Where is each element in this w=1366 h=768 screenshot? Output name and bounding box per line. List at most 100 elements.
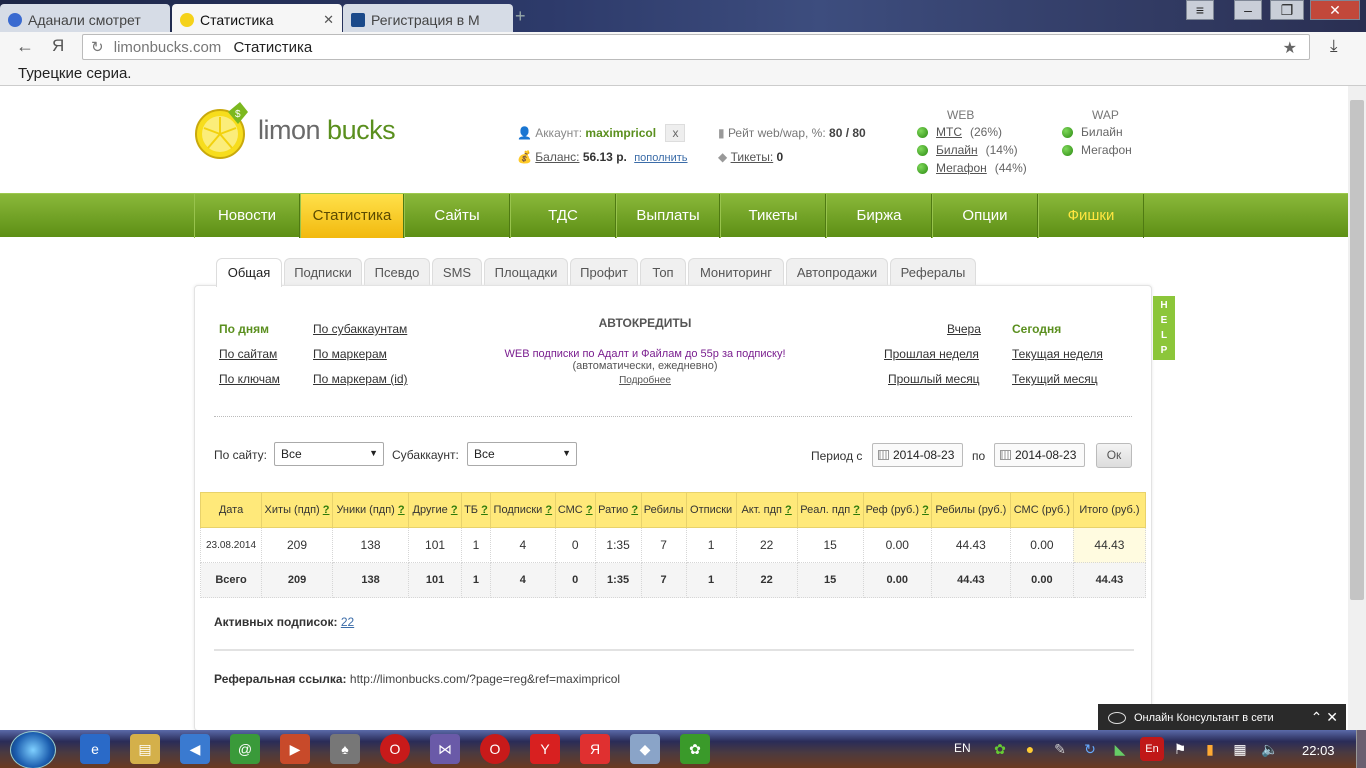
link-current-month[interactable]: Текущий месяц	[1012, 372, 1098, 386]
subtab-profit[interactable]: Профит	[570, 258, 638, 286]
bag-tray-icon[interactable]: ▮	[1200, 734, 1220, 764]
network-tray-icon[interactable]: ▦	[1230, 734, 1250, 764]
window-app-icon[interactable]: ◆	[630, 734, 660, 764]
icq-icon[interactable]: ✿	[680, 734, 710, 764]
site-select[interactable]: Все ▼	[274, 442, 384, 466]
menu-item-sites[interactable]: Сайты	[404, 194, 510, 238]
volume-tray-icon[interactable]: 🔈	[1260, 734, 1280, 764]
online-consultant-widget[interactable]: Онлайн Консультант в сети ⌃ ✕	[1098, 704, 1346, 732]
help-icon[interactable]: ?	[545, 504, 552, 516]
menu-item-options[interactable]: Опции	[932, 194, 1038, 238]
menu-item-news[interactable]: Новости	[194, 194, 300, 238]
subtab-sms[interactable]: SMS	[432, 258, 482, 286]
link-by-sites[interactable]: По сайтам	[219, 347, 277, 361]
page-scrollbar[interactable]	[1348, 86, 1366, 730]
show-desktop-button[interactable]	[1356, 730, 1366, 768]
tab-close-icon[interactable]: ✕	[323, 12, 334, 28]
help-button[interactable]: HELP	[1153, 296, 1175, 360]
menu-icon[interactable]: ≡	[1186, 0, 1214, 20]
help-icon[interactable]: ?	[323, 504, 330, 516]
flag-tray-icon[interactable]: ⚑	[1170, 734, 1190, 764]
subtab-general[interactable]: Общая	[216, 258, 282, 287]
subtab-referrals[interactable]: Рефералы	[890, 258, 976, 286]
tickets-link[interactable]: Тикеты:	[731, 150, 774, 164]
help-icon[interactable]: ?	[586, 504, 593, 516]
subtab-monitoring[interactable]: Мониторинг	[688, 258, 784, 286]
help-icon[interactable]: ?	[922, 504, 929, 516]
link-last-month[interactable]: Прошлый месяц	[888, 372, 980, 386]
help-icon[interactable]: ?	[481, 504, 488, 516]
close-window-icon[interactable]: ✕	[1310, 0, 1360, 20]
menu-item-exchange[interactable]: Биржа	[826, 194, 932, 238]
menu-item-tds[interactable]: ТДС	[510, 194, 616, 238]
link-last-week[interactable]: Прошлая неделя	[884, 347, 979, 361]
address-bar[interactable]: ↻ limonbucks.com Статистика ★	[82, 34, 1310, 60]
mail-agent-icon[interactable]: @	[230, 734, 260, 764]
date-from-input[interactable]: 2014-08-23	[872, 443, 963, 467]
media-player-icon[interactable]: ▶	[280, 734, 310, 764]
subaccount-select[interactable]: Все ▼	[467, 442, 577, 466]
help-icon[interactable]: ?	[398, 504, 405, 516]
topup-link[interactable]: пополнить	[634, 152, 687, 164]
help-icon[interactable]: ?	[631, 504, 638, 516]
opera-icon[interactable]: O	[380, 734, 410, 764]
speaker-app-icon[interactable]: ◀	[180, 734, 210, 764]
opera-icon[interactable]: O	[480, 734, 510, 764]
link-by-subaccounts[interactable]: По субаккаунтам	[313, 322, 407, 336]
nvidia-tray-icon[interactable]: ◣	[1110, 734, 1130, 764]
link-today[interactable]: Сегодня	[1012, 322, 1061, 336]
bookmark-star-icon[interactable]: ★	[1283, 38, 1297, 58]
link-by-markers[interactable]: По маркерам	[313, 347, 387, 361]
start-button[interactable]	[10, 731, 56, 768]
scrollbar-thumb[interactable]	[1350, 100, 1364, 600]
bookmark-item[interactable]: Турецкие сериа.	[18, 65, 131, 82]
link-current-week[interactable]: Текущая неделя	[1012, 347, 1103, 361]
update-tray-icon[interactable]: ↻	[1080, 734, 1100, 764]
close-icon[interactable]: ✕	[1326, 709, 1338, 725]
logout-button[interactable]: x	[665, 124, 686, 142]
subtab-platforms[interactable]: Площадки	[484, 258, 568, 286]
keyboard-layout-icon[interactable]: En	[1140, 737, 1164, 761]
clock[interactable]: 22:03	[1302, 743, 1335, 758]
active-subscriptions-link[interactable]: 22	[341, 615, 354, 629]
back-arrow-icon[interactable]: ←	[16, 36, 34, 57]
link-by-keys[interactable]: По ключам	[219, 372, 280, 386]
promo-more-link[interactable]: Подробнее	[619, 375, 671, 386]
ie-icon[interactable]: e	[80, 734, 110, 764]
ok-button[interactable]: Ок	[1096, 443, 1132, 468]
link-by-markers-id[interactable]: По маркерам (id)	[313, 372, 408, 386]
menu-item-features[interactable]: Фишки	[1038, 194, 1144, 238]
new-tab-icon[interactable]: +	[515, 6, 526, 27]
explorer-icon[interactable]: ▤	[130, 734, 160, 764]
subtab-top[interactable]: Топ	[640, 258, 686, 286]
subtab-subscriptions[interactable]: Подписки	[284, 258, 362, 286]
visual-studio-icon[interactable]: ⋈	[430, 734, 460, 764]
language-indicator[interactable]: EN	[954, 741, 971, 755]
help-icon[interactable]: ?	[451, 504, 458, 516]
menu-item-payouts[interactable]: Выплаты	[616, 194, 720, 238]
download-icon[interactable]: ⤓	[1330, 36, 1338, 56]
minimize-icon[interactable]: –	[1234, 0, 1262, 20]
collapse-icon[interactable]: ⌃	[1311, 709, 1323, 725]
browser-tab[interactable]: Аданали смотрет	[0, 4, 170, 32]
browser-tab[interactable]: Регистрация в М	[343, 4, 513, 32]
link-yesterday[interactable]: Вчера	[947, 322, 981, 336]
solitaire-icon[interactable]: ♠	[330, 734, 360, 764]
help-icon[interactable]: ?	[785, 504, 792, 516]
subtab-autosales[interactable]: Автопродажи	[786, 258, 888, 286]
subtab-pseudo[interactable]: Псевдо	[364, 258, 430, 286]
yandex-browser-icon[interactable]: Y	[530, 734, 560, 764]
reload-icon[interactable]: ↻	[91, 39, 104, 56]
yandex-icon[interactable]: Я	[52, 36, 64, 56]
date-to-input[interactable]: 2014-08-23	[994, 443, 1085, 467]
balance-link[interactable]: Баланс:	[535, 150, 579, 164]
yandex-icon[interactable]: Я	[580, 734, 610, 764]
pen-tray-icon[interactable]: ✎	[1050, 734, 1070, 764]
link-by-days[interactable]: По дням	[219, 322, 269, 336]
browser-tab-active[interactable]: Статистика ✕	[172, 4, 342, 32]
help-icon[interactable]: ?	[853, 504, 860, 516]
icq-tray-icon[interactable]: ✿	[990, 734, 1010, 764]
maximize-icon[interactable]: ❐	[1270, 0, 1304, 20]
menu-item-stats[interactable]: Статистика	[300, 194, 404, 238]
menu-item-tickets[interactable]: Тикеты	[720, 194, 826, 238]
